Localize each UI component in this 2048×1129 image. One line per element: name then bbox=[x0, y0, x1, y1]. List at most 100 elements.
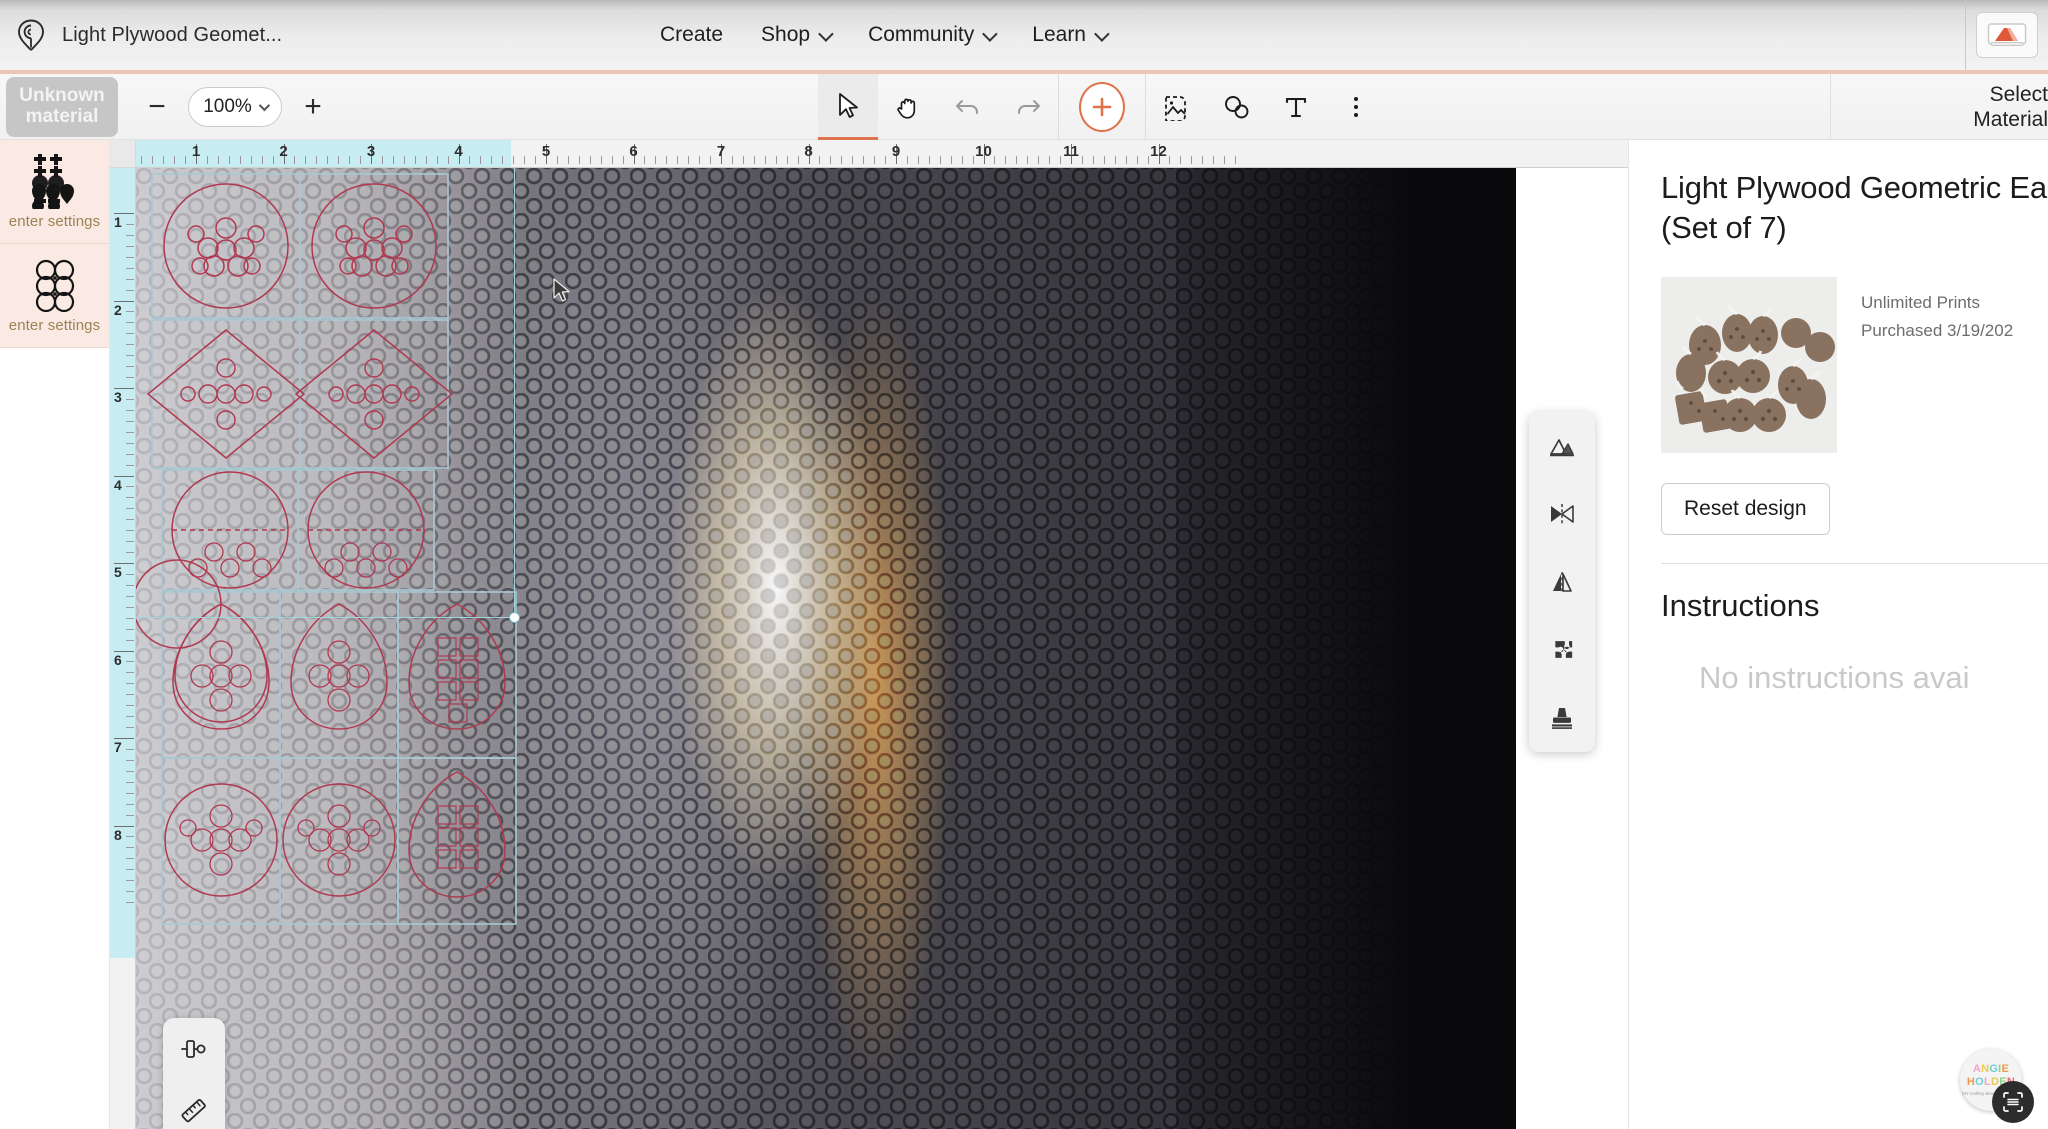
image-tool[interactable] bbox=[1536, 420, 1588, 472]
mouse-cursor bbox=[552, 278, 572, 309]
nav-link-shop[interactable]: Shop bbox=[761, 23, 834, 47]
stamp-tool[interactable] bbox=[1536, 692, 1588, 744]
flip-vertical-tool[interactable] bbox=[1536, 556, 1588, 608]
glowforge-logo-icon[interactable] bbox=[14, 18, 48, 52]
select-tool[interactable] bbox=[818, 74, 878, 140]
select-material-button[interactable]: Select Material bbox=[1830, 74, 2048, 140]
ruler-corner bbox=[110, 140, 136, 168]
design-meta-text: Unlimited Prints Purchased 3/19/202 bbox=[1861, 277, 2013, 453]
ruler-tick bbox=[316, 156, 318, 164]
ruler-tick bbox=[950, 156, 952, 164]
add-artwork-button[interactable] bbox=[1079, 82, 1125, 132]
ruler-tick bbox=[677, 156, 679, 164]
ruler-tick bbox=[126, 366, 134, 368]
layer-cta-label[interactable]: enter settings bbox=[9, 213, 100, 230]
ruler-tick bbox=[126, 278, 134, 280]
ruler-tick bbox=[141, 156, 143, 164]
nav-link-label: Community bbox=[868, 23, 975, 46]
add-artwork-container bbox=[1058, 74, 1146, 140]
pan-tool[interactable] bbox=[878, 74, 938, 140]
layer-geometric-pattern[interactable]: enter settings bbox=[0, 244, 109, 348]
ruler-label: 9 bbox=[891, 143, 901, 160]
redo-tool[interactable] bbox=[998, 74, 1058, 140]
chevron-down-icon bbox=[1094, 25, 1110, 42]
ruler-tick bbox=[185, 156, 187, 164]
ruler-tick bbox=[994, 156, 996, 164]
more-tool[interactable] bbox=[1326, 74, 1386, 140]
nav-link-label: Create bbox=[660, 23, 724, 46]
layer-cta-label[interactable]: enter settings bbox=[9, 317, 100, 334]
ruler-tick bbox=[126, 453, 134, 455]
ruler-tick bbox=[1060, 156, 1062, 164]
ruler-tick bbox=[126, 814, 134, 816]
toolbar-tool-group bbox=[818, 74, 1386, 140]
ruler-tick bbox=[1169, 156, 1171, 164]
zoom-in-button[interactable]: + bbox=[300, 91, 326, 122]
flip-horizontal-icon bbox=[1551, 504, 1574, 524]
zoom-out-button[interactable]: − bbox=[144, 91, 170, 122]
ruler-tick bbox=[126, 267, 134, 269]
ruler-tick bbox=[126, 256, 134, 258]
ruler-tick bbox=[228, 156, 230, 164]
ruler-tick bbox=[589, 156, 591, 164]
ruler-tick bbox=[447, 156, 449, 164]
material-chip-button[interactable]: Unknown material bbox=[6, 76, 118, 137]
ruler-tick bbox=[1027, 156, 1029, 164]
text-tool[interactable] bbox=[1266, 74, 1326, 140]
ruler-tick bbox=[567, 156, 569, 164]
design-title-line2: (Set of 7) bbox=[1661, 209, 1787, 245]
ruler-tick bbox=[126, 508, 134, 510]
chevron-down-icon bbox=[818, 25, 834, 42]
ruler-tick bbox=[1235, 156, 1237, 164]
ruler-tick bbox=[1092, 156, 1094, 164]
ruler-tick bbox=[126, 519, 134, 521]
geometric-pattern-thumb-icon bbox=[30, 257, 80, 313]
ruler-tick bbox=[126, 530, 134, 532]
zoom-level-select[interactable]: 100% bbox=[188, 86, 282, 127]
undo-tool[interactable] bbox=[938, 74, 998, 140]
ruler-tick bbox=[126, 431, 134, 433]
trace-tool[interactable] bbox=[1146, 74, 1206, 140]
ruler-tick bbox=[688, 156, 690, 164]
ruler-tick bbox=[1147, 156, 1149, 164]
glowforge-printer-icon[interactable] bbox=[1976, 12, 2038, 58]
measure-tool[interactable] bbox=[174, 1094, 214, 1128]
ruler-tick bbox=[126, 595, 134, 597]
nav-link-create[interactable]: Create bbox=[660, 23, 723, 47]
ruler-tick bbox=[403, 156, 405, 164]
layer-earring-shapes[interactable]: enter settings bbox=[0, 140, 109, 244]
ruler-tick bbox=[436, 156, 438, 164]
ruler-tick bbox=[126, 694, 134, 696]
ruler-tick bbox=[174, 156, 176, 164]
scan-icon[interactable] bbox=[1992, 1081, 2034, 1123]
ruler-tick bbox=[126, 836, 134, 838]
design-artwork-layer[interactable] bbox=[136, 168, 520, 1129]
purchased-label: Purchased 3/19/202 bbox=[1861, 320, 2014, 340]
flip-horizontal-tool[interactable] bbox=[1536, 488, 1588, 540]
ruler-tick bbox=[906, 156, 908, 164]
ruler-tick bbox=[126, 869, 134, 871]
ruler-tick bbox=[126, 584, 134, 586]
ruler-tick bbox=[250, 156, 252, 164]
ruler-label: 6 bbox=[114, 651, 122, 668]
design-thumbnail[interactable] bbox=[1661, 277, 1837, 454]
ruler-tick bbox=[126, 223, 134, 225]
align-tool[interactable] bbox=[174, 1032, 214, 1066]
ruler-tick bbox=[294, 156, 296, 164]
ruler-tick bbox=[1081, 156, 1083, 164]
document-title[interactable]: Light Plywood Geomet... bbox=[62, 24, 282, 47]
nav-link-learn[interactable]: Learn bbox=[1032, 23, 1110, 47]
ruler-tick bbox=[1125, 156, 1127, 164]
ruler-tick bbox=[126, 322, 134, 324]
earring-shapes-thumb-icon bbox=[26, 153, 84, 209]
outline-tool[interactable] bbox=[1536, 624, 1588, 676]
glowforge-workspace: Light Plywood Geomet... Create Shop Comm… bbox=[0, 0, 2048, 1129]
vertical-ruler[interactable]: 1 2 3 4 5 6 7 8 bbox=[110, 168, 136, 1129]
ruler-label: 1 bbox=[114, 214, 122, 230]
shapes-tool[interactable] bbox=[1206, 74, 1266, 140]
instructions-empty-state: No instructions avai bbox=[1699, 660, 1970, 696]
reset-design-button[interactable]: Reset design bbox=[1661, 483, 1830, 536]
ruler-tick bbox=[742, 156, 744, 164]
nav-link-community[interactable]: Community bbox=[868, 23, 998, 47]
instructions-heading: Instructions bbox=[1661, 588, 1820, 624]
